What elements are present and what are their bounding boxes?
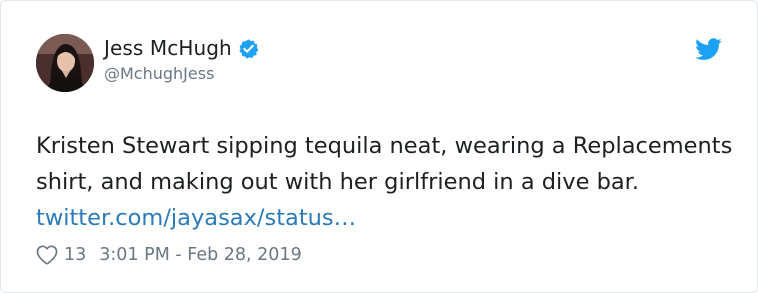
author-display-name[interactable]: Jess McHugh xyxy=(104,36,232,60)
heart-icon[interactable] xyxy=(36,245,58,265)
tweet-body: Kristen Stewart sipping tequila neat, we… xyxy=(36,133,733,195)
tweet-timestamp[interactable]: 3:01 PM - Feb 28, 2019 xyxy=(99,245,301,265)
tweet-meta: 13 3:01 PM - Feb 28, 2019 xyxy=(36,245,302,265)
tweet-card: Jess McHugh @MchughJess Kristen Stewart … xyxy=(0,0,758,293)
avatar-image xyxy=(36,34,94,92)
avatar[interactable] xyxy=(36,34,94,92)
twitter-bird-icon[interactable] xyxy=(696,38,722,60)
tweet-text: Kristen Stewart sipping tequila neat, we… xyxy=(36,128,736,236)
author-handle[interactable]: @MchughJess xyxy=(104,64,214,83)
author-name-row: Jess McHugh xyxy=(104,36,259,60)
like-count[interactable]: 13 xyxy=(64,245,86,265)
verified-badge-icon xyxy=(239,38,259,59)
tweet-link[interactable]: twitter.com/jayasax/status… xyxy=(36,205,356,231)
